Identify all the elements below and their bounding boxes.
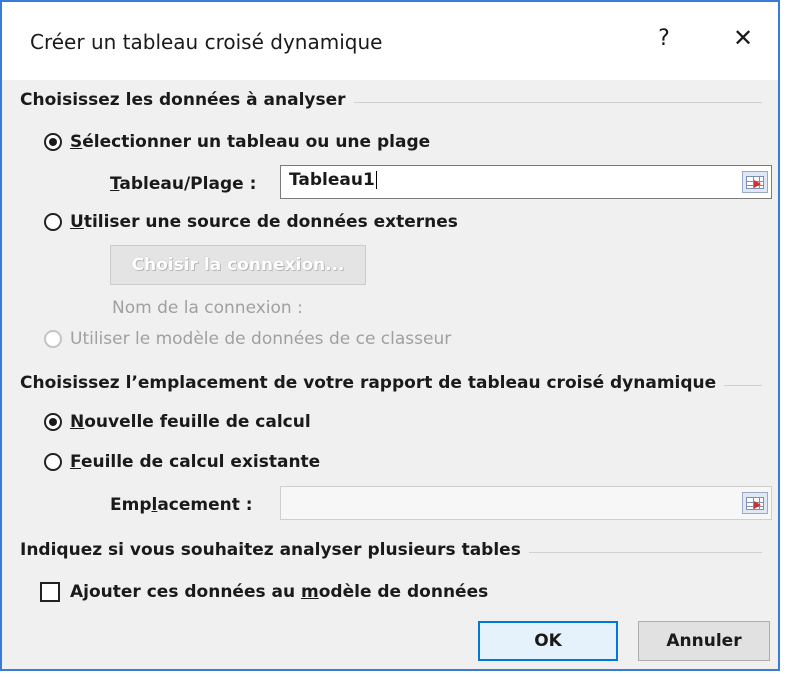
table-range-value: Tableau1 — [289, 170, 375, 190]
section-location-label: Choisissez l’emplacement de votre rappor… — [20, 373, 725, 393]
create-pivottable-dialog: Créer un tableau croisé dynamique ? ✕ Ch… — [0, 0, 780, 671]
checkbox-label-add-to-model: Ajouter ces données au modèle de données — [70, 582, 489, 602]
table-range-input[interactable]: Tableau1 — [280, 165, 772, 199]
range-select-arrow-icon — [754, 180, 761, 188]
radio-label-existing-worksheet: Feuille de calcul existante — [70, 452, 321, 472]
add-to-data-model-checkbox[interactable]: Ajouter ces données au modèle de données — [40, 582, 488, 602]
title-bar: Créer un tableau croisé dynamique ? ✕ — [2, 2, 778, 80]
dialog-title: Créer un tableau croisé dynamique — [30, 30, 383, 54]
text-caret — [375, 171, 377, 189]
section-data-label: Choisissez les données à analyser — [20, 90, 354, 110]
radio-new-worksheet[interactable]: Nouvelle feuille de calcul — [44, 412, 311, 432]
radio-existing-worksheet[interactable]: Feuille de calcul existante — [44, 452, 320, 472]
choose-connection-button[interactable]: Choisir la connexion... — [110, 245, 366, 285]
radio-external-source[interactable]: Utiliser une source de données externes — [44, 212, 458, 232]
radio-select-table-range[interactable]: Sélectionner un tableau ou une plage — [44, 132, 430, 152]
ok-button[interactable]: OK — [478, 621, 618, 661]
radio-label-data-model: Utiliser le modèle de données de ce clas… — [70, 329, 452, 349]
table-range-collapse-button[interactable] — [742, 171, 768, 193]
cancel-button[interactable]: Annuler — [638, 621, 770, 661]
radio-label-select-table: Sélectionner un tableau ou une plage — [70, 132, 431, 152]
radio-button-selected[interactable] — [44, 133, 62, 151]
radio-button-unselected[interactable] — [44, 453, 62, 471]
location-input[interactable] — [280, 486, 772, 520]
radio-label-new-worksheet: Nouvelle feuille de calcul — [70, 412, 311, 432]
location-collapse-button[interactable] — [742, 492, 768, 514]
connection-name-label: Nom de la connexion : — [112, 298, 303, 318]
radio-button-unselected[interactable] — [44, 213, 62, 231]
close-button[interactable]: ✕ — [728, 24, 758, 58]
table-range-label: Tableau/Plage : — [110, 174, 257, 194]
radio-dot — [49, 418, 57, 426]
radio-dot — [49, 138, 57, 146]
range-select-arrow-icon — [754, 501, 761, 509]
help-button[interactable]: ? — [652, 26, 676, 58]
section-multiple-label: Indiquez si vous souhaitez analyser plus… — [20, 540, 529, 560]
location-label: Emplacement : — [110, 495, 253, 515]
radio-label-external-source: Utiliser une source de données externes — [70, 212, 458, 232]
radio-button-disabled[interactable] — [44, 330, 62, 348]
radio-data-model[interactable]: Utiliser le modèle de données de ce clas… — [44, 329, 451, 349]
radio-button-selected[interactable] — [44, 413, 62, 431]
checkbox-box[interactable] — [40, 582, 60, 602]
